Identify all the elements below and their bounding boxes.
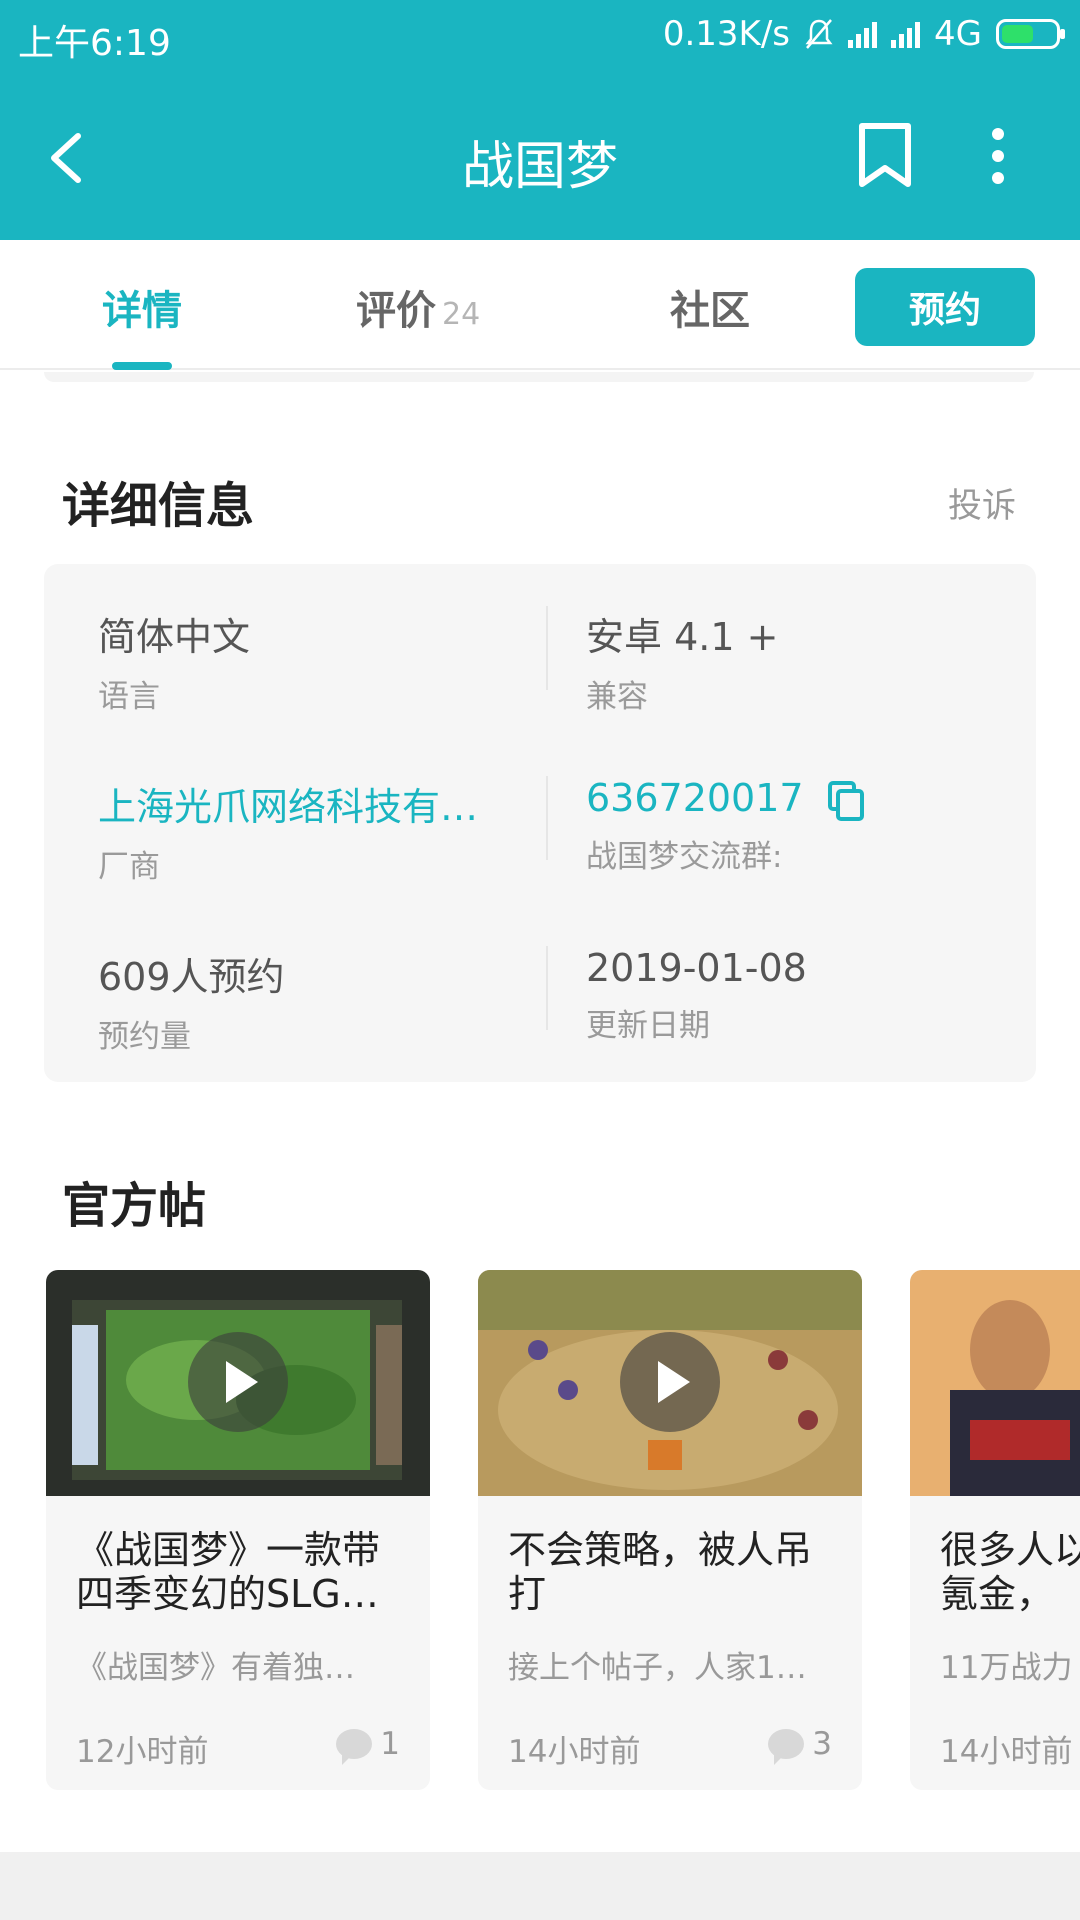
network-type: 4G — [934, 14, 982, 54]
post-card[interactable]: 不会策略，被人吊打 接上个帖子，人家1… 14小时前 3 — [478, 1270, 862, 1790]
post-card[interactable]: 很多人以为这游戏氪金， 11万战力 14小时前 — [910, 1270, 1080, 1790]
status-bar: 上午6:19 0.13K/s 4G — [0, 0, 1080, 76]
reservations-label: 预约量 — [98, 1019, 191, 1055]
post-title[interactable]: 《战国梦》一款带四季变幻的SLG… — [76, 1528, 406, 1616]
report-link[interactable]: 投诉 — [948, 478, 1016, 527]
tab-details[interactable]: 详情 — [102, 278, 182, 336]
info-card: 简体中文 语言 安卓 4.1 + 兼容 上海光爪网络科技有限公司 厂商 6367… — [44, 564, 1036, 1082]
compat-value: 安卓 4.1 + — [586, 615, 779, 659]
details-heading: 详细信息 — [62, 478, 255, 534]
tab-details-label: 详情 — [102, 288, 182, 334]
copy-icon[interactable] — [826, 780, 866, 821]
post-desc: 接上个帖子，人家1… — [508, 1650, 807, 1686]
post-desc: 《战国梦》有着独… — [76, 1650, 355, 1686]
app-bar: 战国梦 — [0, 76, 1080, 240]
page-title: 战国梦 — [461, 137, 618, 197]
vendor-link[interactable]: 上海光爪网络科技有限公司 — [98, 776, 516, 831]
comment-icon — [336, 1729, 373, 1765]
post-thumbnail — [910, 1270, 1080, 1496]
card-edge — [44, 372, 1034, 382]
language-label: 语言 — [98, 679, 160, 715]
reserve-button[interactable]: 预约 — [855, 268, 1035, 346]
group-label: 战国梦交流群: — [586, 838, 783, 875]
network-speed: 0.13K/s — [662, 14, 791, 54]
post-title[interactable]: 很多人以为这游戏氪金， — [940, 1528, 1080, 1616]
divider — [546, 776, 548, 860]
post-time: 12小时前 — [76, 1734, 209, 1770]
updated-value: 2019-01-08 — [586, 946, 807, 990]
language-value: 简体中文 — [98, 615, 251, 659]
updated-label: 更新日期 — [586, 1008, 710, 1044]
post-comments: 1 — [336, 1726, 400, 1765]
play-icon[interactable] — [620, 1332, 720, 1432]
tab-bar: 详情 评价 24 社区 预约 — [0, 240, 1080, 370]
official-posts-carousel[interactable]: 《战国梦》一款带四季变幻的SLG… 《战国梦》有着独… 12小时前 1 不会策略… — [0, 1270, 1080, 1790]
reservations-cell: 609人预约 预约量 — [98, 946, 528, 1056]
bookmark-icon[interactable] — [856, 122, 914, 188]
comment-icon — [768, 1729, 805, 1765]
divider — [546, 606, 548, 690]
comment-count: 1 — [380, 1726, 400, 1762]
compat-cell: 安卓 4.1 + 兼容 — [586, 606, 1016, 716]
vendor-label: 厂商 — [98, 849, 160, 885]
group-number: 636720017 — [586, 776, 804, 820]
bottom-divider — [0, 1852, 1080, 1920]
official-posts-heading: 官方帖 — [62, 1178, 207, 1234]
comment-count: 3 — [812, 1726, 832, 1762]
post-time: 14小时前 — [940, 1734, 1073, 1770]
more-vertical-icon[interactable] — [978, 126, 1018, 186]
tab-community-label: 社区 — [670, 288, 750, 334]
signal-icon — [891, 20, 921, 48]
tab-community[interactable]: 社区 — [670, 278, 750, 336]
language-cell: 简体中文 语言 — [98, 606, 528, 716]
tab-reviews[interactable]: 评价 24 — [356, 278, 480, 336]
vendor-cell[interactable]: 上海光爪网络科技有限公司 厂商 — [98, 776, 528, 886]
updated-cell: 2019-01-08 更新日期 — [586, 946, 1016, 1045]
status-time: 上午6:19 — [18, 23, 171, 64]
active-tab-indicator — [112, 362, 172, 370]
status-icons: 0.13K/s 4G — [662, 14, 1065, 54]
post-time: 14小时前 — [508, 1734, 641, 1770]
signal-icon — [848, 20, 878, 48]
post-card[interactable]: 《战国梦》一款带四季变幻的SLG… 《战国梦》有着独… 12小时前 1 — [46, 1270, 430, 1790]
play-icon[interactable] — [188, 1332, 288, 1432]
post-comments: 3 — [768, 1726, 832, 1765]
mute-bell-icon — [805, 19, 833, 49]
battery-charging-icon — [996, 19, 1065, 49]
post-title[interactable]: 不会策略，被人吊打 — [508, 1528, 838, 1616]
tab-reviews-label: 评价 — [356, 288, 436, 334]
reviews-count: 24 — [442, 297, 481, 332]
divider — [546, 946, 548, 1030]
group-cell: 636720017 战国梦交流群: — [586, 776, 1016, 876]
compat-label: 兼容 — [586, 679, 648, 715]
post-desc: 11万战力 — [940, 1650, 1073, 1686]
group-number-row: 636720017 — [586, 776, 1016, 821]
reservations-value: 609人预约 — [98, 955, 285, 999]
